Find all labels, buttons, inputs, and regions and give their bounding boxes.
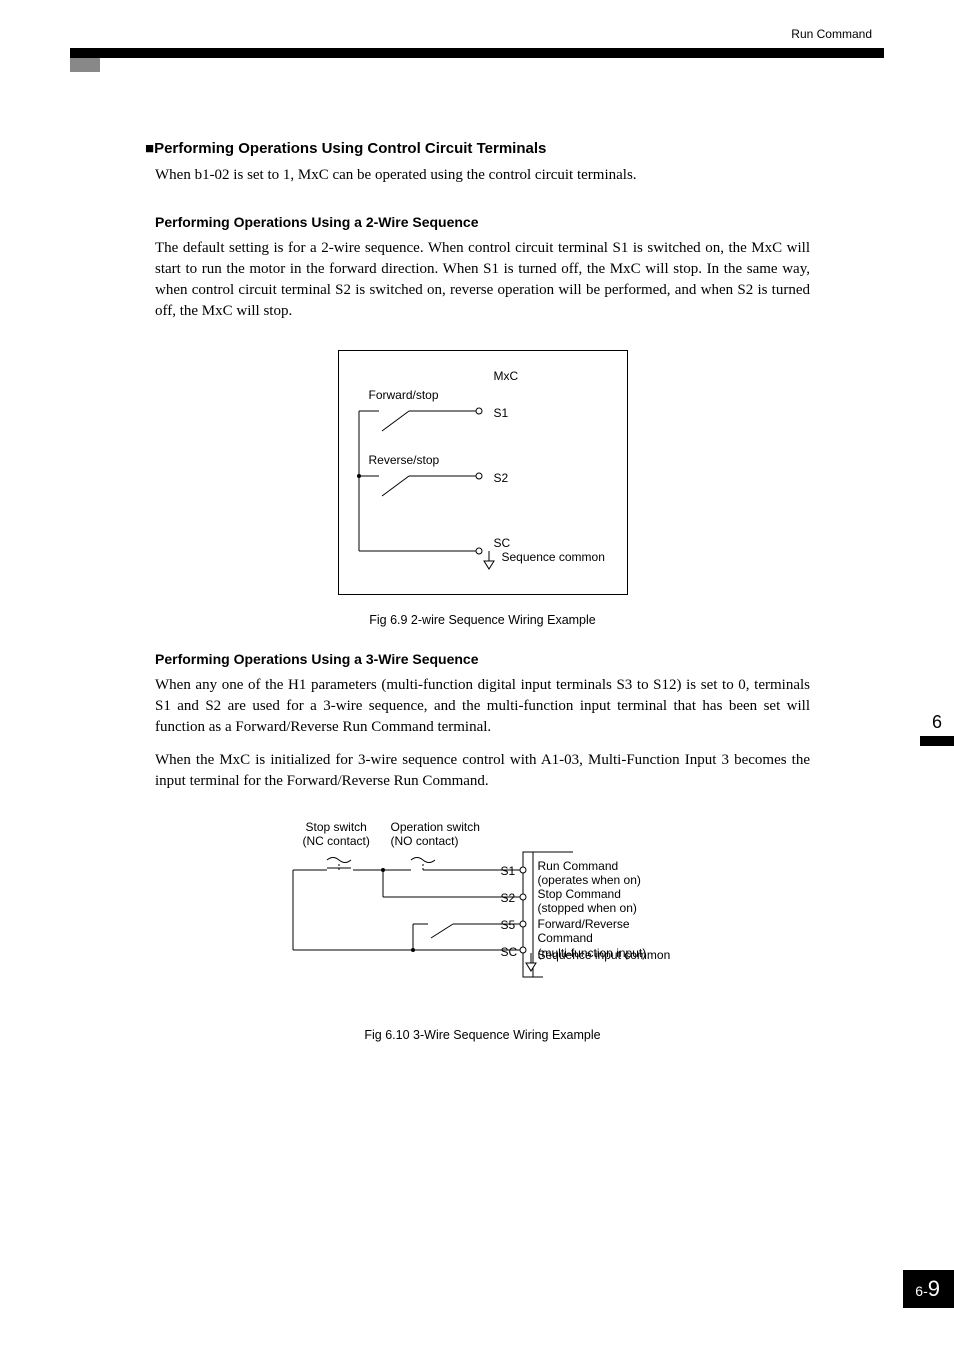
label-s1: S1 <box>494 406 509 420</box>
label-operation-switch: Operation switch (NO contact) <box>391 820 480 848</box>
label-s5: S5 <box>501 918 516 932</box>
label-stop-command: Stop Command (stopped when on) <box>538 887 637 916</box>
label-s2: S2 <box>494 471 509 485</box>
chapter-number: 6 <box>920 712 954 736</box>
label-s1: S1 <box>501 864 516 878</box>
label-stop-switch-line2: (NC contact) <box>303 834 370 848</box>
header-bar <box>70 48 884 58</box>
section-intro: When b1-02 is set to 1, MxC can be opera… <box>155 167 810 184</box>
label-stop-switch-line1: Stop switch <box>303 820 370 834</box>
label-operation-switch-line1: Operation switch <box>391 820 480 834</box>
label-sc: SC <box>494 536 511 550</box>
page-prefix: 6- <box>915 1283 927 1299</box>
diagram-2wire: MxC Forward/stop Reverse/stop S1 S2 SC S… <box>338 350 628 595</box>
label-mxc: MxC <box>494 369 519 383</box>
page-number: 9 <box>928 1276 940 1301</box>
label-run-line2: (operates when on) <box>538 873 641 887</box>
label-reverse-stop: Reverse/stop <box>369 453 440 467</box>
header-accent <box>70 58 100 72</box>
section-title-text: Performing Operations Using Control Circ… <box>154 140 546 157</box>
chapter-tab-bar <box>920 736 954 746</box>
label-stop-line2: (stopped when on) <box>538 901 637 915</box>
label-stop-line1: Stop Command <box>538 887 637 901</box>
three-wire-body-2: When the MxC is initialized for 3-wire s… <box>155 750 810 792</box>
label-stop-switch: Stop switch (NC contact) <box>303 820 370 848</box>
label-sc: SC <box>501 945 518 959</box>
label-operation-switch-line2: (NO contact) <box>391 834 480 848</box>
chapter-tab: 6 <box>920 712 954 746</box>
label-seq-input-common: Sequence input common <box>538 948 671 962</box>
label-s2: S2 <box>501 891 516 905</box>
label-run-command: Run Command (operates when on) <box>538 859 641 888</box>
header-breadcrumb: Run Command <box>791 27 872 41</box>
three-wire-body-1: When any one of the H1 parameters (multi… <box>155 675 810 738</box>
two-wire-heading: Performing Operations Using a 2-Wire Seq… <box>155 214 810 230</box>
section-heading: ■Performing Operations Using Control Cir… <box>145 140 810 157</box>
label-fr-line1: Forward/Reverse Command <box>538 917 683 946</box>
page-content: ■Performing Operations Using Control Cir… <box>155 140 810 1052</box>
bullet-icon: ■ <box>145 140 154 157</box>
label-forward-stop: Forward/stop <box>369 388 439 402</box>
diagram-3wire: Stop switch (NC contact) Operation switc… <box>283 820 683 1010</box>
page-number-tab: 6-9 <box>903 1270 954 1308</box>
figure-3wire-caption: Fig 6.10 3-Wire Sequence Wiring Example <box>155 1028 810 1042</box>
figure-2wire-caption: Fig 6.9 2-wire Sequence Wiring Example <box>155 613 810 627</box>
three-wire-heading: Performing Operations Using a 3-Wire Seq… <box>155 651 810 667</box>
two-wire-body: The default setting is for a 2-wire sequ… <box>155 238 810 322</box>
label-sequence-common: Sequence common <box>502 550 605 564</box>
figure-2wire: MxC Forward/stop Reverse/stop S1 S2 SC S… <box>155 350 810 627</box>
figure-3wire: Stop switch (NC contact) Operation switc… <box>155 820 810 1042</box>
label-run-line1: Run Command <box>538 859 641 873</box>
